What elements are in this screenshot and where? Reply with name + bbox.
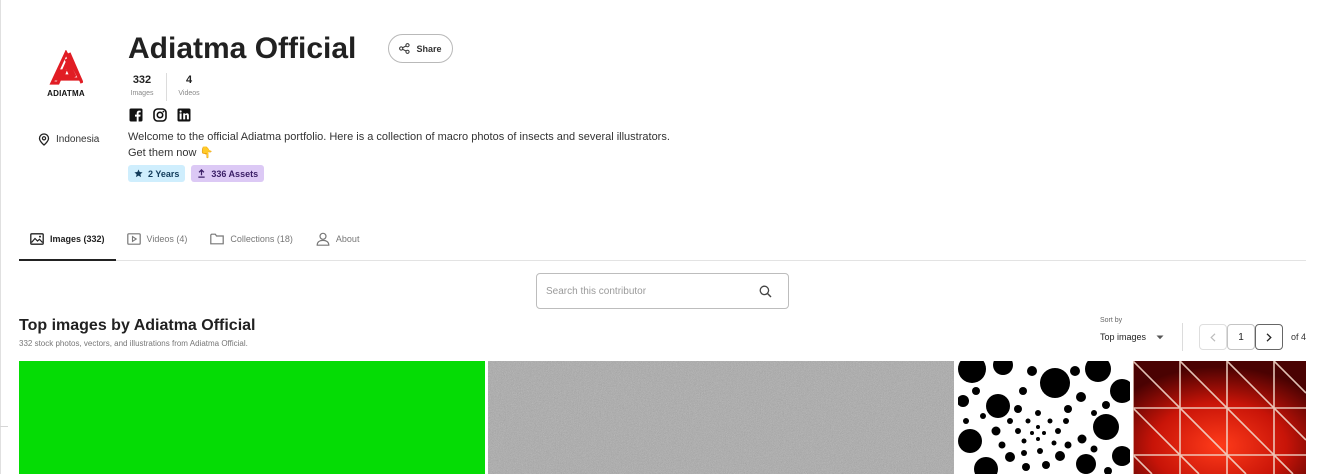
years-badge: 2 Years — [128, 165, 186, 182]
search-input[interactable] — [537, 274, 737, 308]
folder-icon — [210, 233, 225, 245]
page-number-input[interactable]: 1 — [1227, 324, 1255, 350]
upload-icon — [198, 169, 206, 178]
share-label: Share — [416, 43, 442, 54]
adiatma-logo-icon — [49, 50, 83, 85]
next-page-button[interactable] — [1255, 324, 1283, 350]
toolbar-divider — [1182, 323, 1183, 351]
chevron-down-icon — [1156, 335, 1164, 339]
sort-select[interactable]: Top images — [1100, 332, 1164, 342]
instagram-icon[interactable] — [153, 108, 167, 122]
location: Indonesia — [38, 133, 99, 146]
prev-page-button[interactable] — [1199, 324, 1227, 350]
stat-videos: 4 Videos — [177, 73, 201, 101]
stat-label: Videos — [178, 90, 200, 97]
page-left-tick — [0, 426, 8, 427]
image-tile-red-triangles[interactable] — [1133, 361, 1306, 474]
social-links — [129, 108, 191, 122]
stat-value: 4 — [185, 74, 193, 86]
page-count: of 4 — [1291, 332, 1307, 342]
contributor-logo: ADIATMA — [38, 50, 94, 100]
stat-divider — [166, 73, 167, 101]
share-icon — [399, 43, 411, 54]
stat-label: Images — [130, 90, 154, 97]
tab-label: Videos (4) — [146, 234, 188, 244]
triangles-pattern — [1133, 361, 1306, 474]
assets-badge-label: 336 Assets — [211, 168, 259, 179]
tab-label: Collections (18) — [230, 234, 293, 244]
sort-value: Top images — [1100, 332, 1147, 342]
page-left-border — [0, 0, 1, 474]
tab-label: Images (332) — [50, 233, 105, 244]
bio-line: Get them now 👇 — [128, 147, 214, 159]
section-title: Top images by Adiatma Official — [19, 317, 256, 334]
image-tile-gray-noise[interactable] — [488, 361, 954, 474]
stats: 332 Images 4 Videos — [128, 73, 201, 101]
contributor-search — [536, 273, 789, 309]
image-tile-green-screen[interactable] — [19, 361, 485, 474]
noise-texture — [488, 361, 954, 474]
tab-label: About — [335, 234, 360, 244]
location-pin-icon — [38, 133, 50, 146]
dots-pattern — [958, 361, 1130, 474]
linkedin-icon[interactable] — [177, 108, 191, 122]
tab-videos[interactable]: Videos (4) — [116, 218, 200, 260]
video-icon — [126, 233, 141, 245]
stat-value: 332 — [132, 74, 152, 86]
stat-images: 332 Images — [128, 73, 156, 101]
person-icon — [316, 232, 330, 246]
tab-images[interactable]: Images (332) — [19, 218, 116, 261]
badges: 2 Years 336 Assets — [128, 165, 265, 182]
chevron-left-icon — [1210, 332, 1216, 342]
tab-about[interactable]: About — [305, 218, 372, 260]
years-badge-label: 2 Years — [148, 168, 180, 179]
star-icon — [134, 169, 143, 178]
bio-line: Welcome to the official Adiatma portfoli… — [128, 131, 670, 143]
sort-label: Sort by — [1100, 317, 1123, 324]
contributor-bio: Welcome to the official Adiatma portfoli… — [128, 129, 688, 161]
facebook-icon[interactable] — [129, 108, 143, 122]
image-icon — [30, 232, 44, 245]
logo-wordmark: ADIATMA — [47, 89, 85, 98]
contributor-name: Adiatma Official — [128, 32, 357, 65]
share-button[interactable]: Share — [388, 34, 453, 63]
location-label: Indonesia — [56, 134, 100, 145]
search-icon[interactable] — [759, 285, 772, 298]
image-tile-black-dots[interactable] — [958, 361, 1130, 474]
portfolio-tabs: Images (332) Videos (4) Collections (18)… — [19, 218, 1306, 261]
section-subtitle: 332 stock photos, vectors, and illustrat… — [19, 339, 248, 348]
tab-collections[interactable]: Collections (18) — [199, 218, 305, 260]
assets-badge: 336 Assets — [191, 165, 265, 182]
chevron-right-icon — [1266, 332, 1272, 342]
